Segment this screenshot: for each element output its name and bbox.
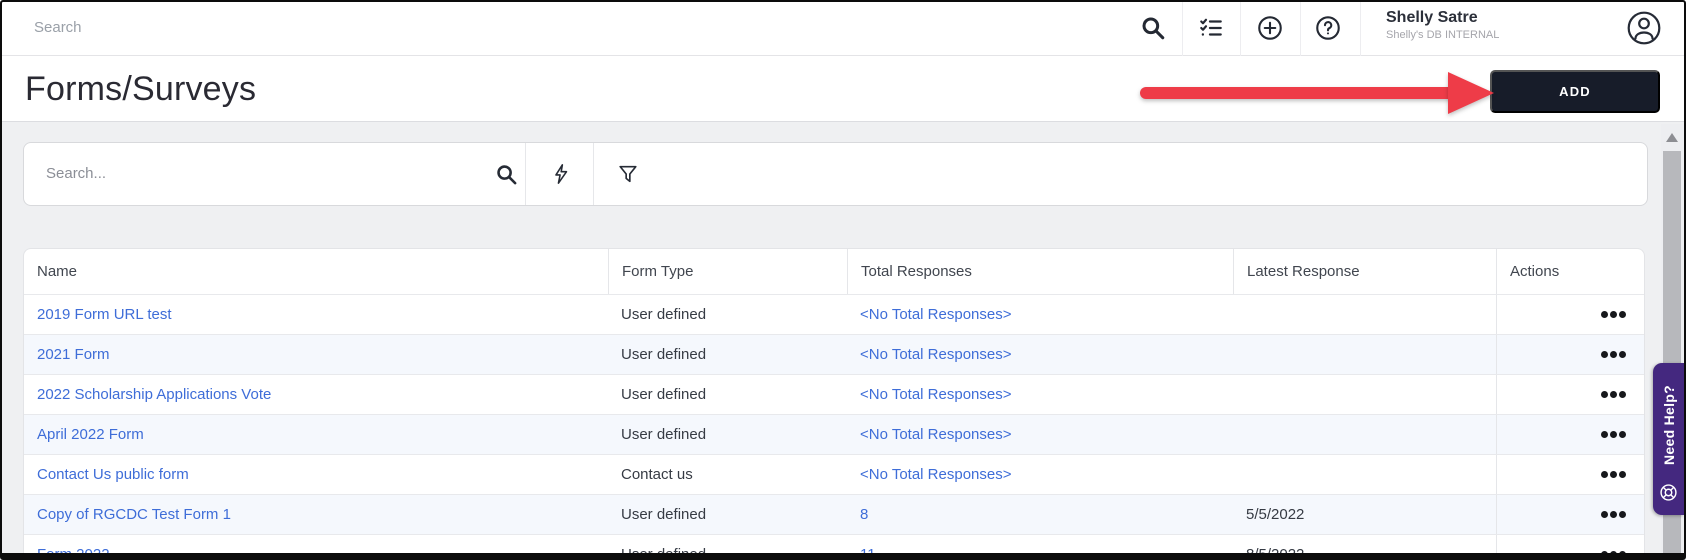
ellipsis-icon [1601, 551, 1626, 558]
list-search-input[interactable]: Search... [46, 143, 426, 205]
add-button[interactable]: ADD [1490, 70, 1660, 113]
column-header-actions: Actions [1496, 249, 1644, 294]
user-menu[interactable]: Shelly Satre Shelly's DB INTERNAL [1386, 8, 1499, 43]
forms-table: Name Form Type Total Responses Latest Re… [23, 248, 1645, 560]
avatar[interactable] [1624, 8, 1664, 48]
row-actions-button[interactable] [1496, 495, 1644, 534]
annotation-arrow [1140, 87, 1456, 99]
column-header-total-responses[interactable]: Total Responses [847, 249, 1233, 294]
form-type-cell: User defined [621, 386, 707, 403]
table-row: 2022 Scholarship Applications Vote User … [24, 374, 1644, 414]
add-circle-icon[interactable] [1241, 0, 1299, 56]
ellipsis-icon [1601, 351, 1626, 358]
avatar-icon [1627, 11, 1661, 45]
row-actions-button[interactable] [1496, 455, 1644, 494]
row-actions-button[interactable] [1496, 375, 1644, 414]
form-name-link[interactable]: Contact Us public form [24, 455, 608, 494]
table-row: April 2022 Form User defined <No Total R… [24, 414, 1644, 454]
ellipsis-icon [1601, 471, 1626, 478]
form-name-link[interactable]: April 2022 Form [24, 415, 608, 454]
table-row: 2021 Form User defined <No Total Respons… [24, 334, 1644, 374]
latest-response-cell [1233, 295, 1496, 334]
ellipsis-icon [1601, 511, 1626, 518]
latest-response-cell [1233, 455, 1496, 494]
search-icon [496, 164, 516, 184]
search-icon[interactable] [1124, 0, 1182, 56]
page-title: Forms/Surveys [25, 70, 257, 108]
total-responses-link[interactable]: <No Total Responses> [847, 335, 1233, 374]
annotation-arrow-head [1448, 72, 1494, 114]
search-icon[interactable] [483, 143, 529, 205]
search-icon [1142, 17, 1165, 40]
checklist-icon[interactable] [1182, 0, 1240, 56]
total-responses-link[interactable]: <No Total Responses> [847, 415, 1233, 454]
total-responses-link[interactable]: 11 [847, 535, 1233, 560]
form-type-cell: User defined [621, 306, 707, 323]
form-type-cell: Contact us [621, 466, 693, 483]
latest-response-cell [1233, 375, 1496, 414]
form-type-cell: User defined [621, 346, 707, 363]
latest-response-cell: 5/5/2022 [1246, 506, 1305, 523]
divider [1360, 0, 1361, 56]
form-name-link[interactable]: Copy of RGCDC Test Form 1 [24, 495, 608, 534]
add-circle-icon [1258, 16, 1282, 40]
table-row: Form 2022 User defined 11 8/5/2022 [24, 534, 1644, 560]
latest-response-cell [1233, 335, 1496, 374]
total-responses-link[interactable]: <No Total Responses> [847, 295, 1233, 334]
column-header-latest-response[interactable]: Latest Response [1233, 249, 1496, 294]
form-type-cell: User defined [621, 426, 707, 443]
divider [593, 143, 594, 205]
form-type-cell: User defined [621, 546, 707, 560]
form-name-link[interactable]: 2021 Form [24, 335, 608, 374]
form-name-link[interactable]: 2022 Scholarship Applications Vote [24, 375, 608, 414]
list-search-toolbar: Search... [23, 142, 1648, 206]
need-help-label: Need Help? [1660, 384, 1677, 466]
row-actions-button[interactable] [1496, 295, 1644, 334]
form-type-cell: User defined [621, 506, 707, 523]
column-header-form-type[interactable]: Form Type [608, 249, 847, 294]
lightning-icon [555, 164, 568, 184]
total-responses-link[interactable]: 8 [847, 495, 1233, 534]
table-header-row: Name Form Type Total Responses Latest Re… [24, 249, 1644, 294]
need-help-label-wrap: Need Help? [1653, 369, 1684, 481]
table-row: Contact Us public form Contact us <No To… [24, 454, 1644, 494]
ellipsis-icon [1601, 311, 1626, 318]
lifebuoy-icon [1659, 483, 1678, 502]
checklist-icon [1200, 18, 1222, 36]
user-org: Shelly's DB INTERNAL [1386, 29, 1500, 41]
help-circle-icon[interactable] [1299, 0, 1357, 56]
need-help-tab[interactable]: Need Help? [1653, 363, 1684, 515]
scroll-up-icon[interactable] [1666, 133, 1678, 142]
lightning-icon[interactable] [538, 143, 584, 205]
table-row: 2019 Form URL test User defined <No Tota… [24, 294, 1644, 334]
total-responses-link[interactable]: <No Total Responses> [847, 375, 1233, 414]
row-actions-button[interactable] [1496, 415, 1644, 454]
row-actions-button[interactable] [1496, 335, 1644, 374]
ellipsis-icon [1601, 431, 1626, 438]
topbar: Search Shelly Satre Shelly's DB INTERNAL [0, 0, 1686, 56]
help-circle-icon [1316, 16, 1340, 40]
ellipsis-icon [1601, 391, 1626, 398]
divider [525, 143, 526, 205]
row-actions-button[interactable] [1496, 535, 1644, 560]
latest-response-cell [1233, 415, 1496, 454]
user-name: Shelly Satre [1386, 9, 1478, 26]
filter-icon [619, 165, 637, 183]
total-responses-link[interactable]: <No Total Responses> [847, 455, 1233, 494]
column-header-name[interactable]: Name [24, 249, 608, 294]
form-name-link[interactable]: Form 2022 [24, 535, 608, 560]
filter-icon[interactable] [605, 143, 651, 205]
global-search-input[interactable]: Search [34, 0, 934, 56]
table-row: Copy of RGCDC Test Form 1 User defined 8… [24, 494, 1644, 534]
latest-response-cell: 8/5/2022 [1246, 546, 1305, 560]
form-name-link[interactable]: 2019 Form URL test [24, 295, 608, 334]
